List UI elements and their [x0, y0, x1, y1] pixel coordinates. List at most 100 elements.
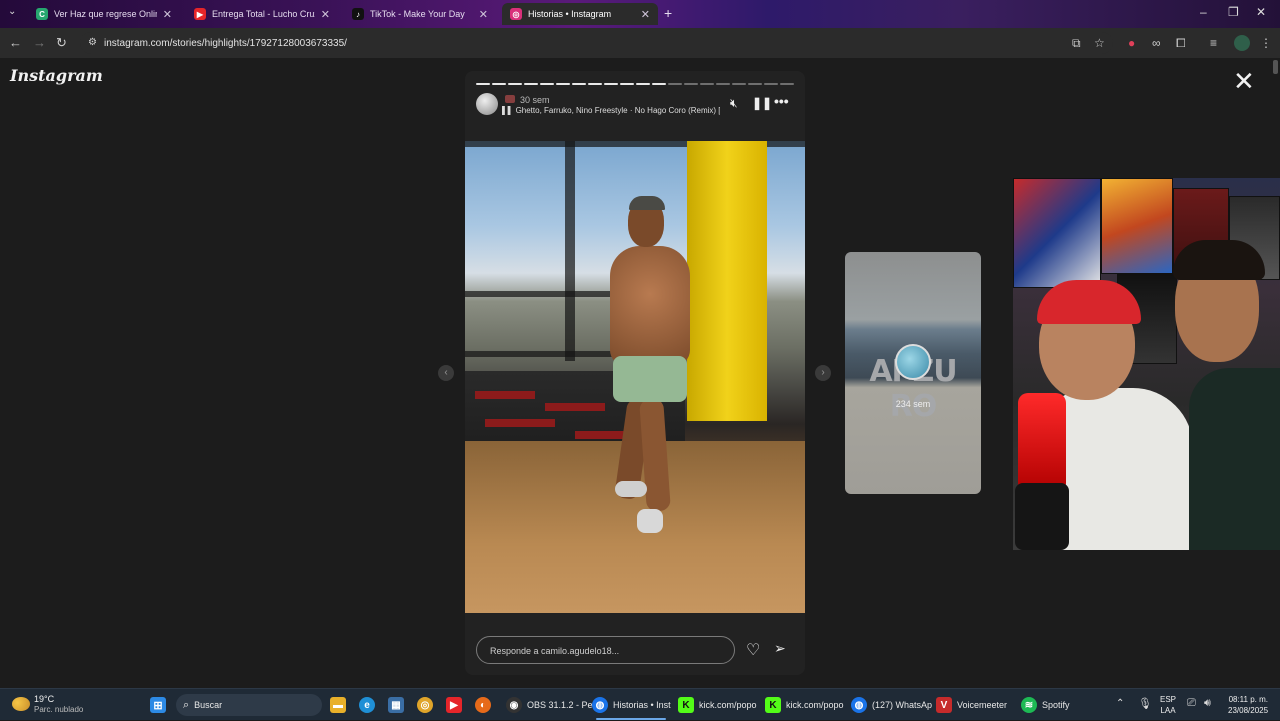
voicemeeter-icon: V [936, 697, 952, 713]
system-clock[interactable]: 08:11 p. m. 23/08/2025 [1228, 694, 1268, 716]
mute-icon[interactable]: 🔇︎ [730, 96, 738, 111]
tab-close-icon[interactable]: ✕ [163, 8, 172, 21]
tab-close-icon[interactable]: ✕ [321, 8, 330, 21]
tab-title: Ver Haz que regrese Online G [54, 9, 157, 19]
tray-chevron-up-icon[interactable]: ⌃ [1116, 698, 1124, 709]
tab-close-icon[interactable]: ✕ [641, 8, 650, 21]
weather-description: Parc. nublado [34, 705, 84, 714]
story-progress-segment [556, 83, 570, 85]
tab-search-chevron-icon[interactable]: ⌄ [8, 6, 16, 17]
firefox-icon: ◐ [475, 697, 491, 713]
story-progress-segment [700, 83, 714, 85]
windows-logo-icon: ⊞ [150, 697, 166, 713]
music-title: Ghetto, Farruko, Nino Freestyle · No Hag… [515, 106, 720, 115]
tab-entrega-total[interactable]: ▶ Entrega Total - Lucho Cruz, vid ✕ [186, 3, 338, 25]
tab-tiktok[interactable]: ♪ TikTok - Make Your Day ✕ [344, 3, 496, 25]
story-progress-segment [588, 83, 602, 85]
story-progress-segment [652, 83, 666, 85]
weather-temperature: 19°C [34, 694, 55, 704]
taskbar-app-voicemeeter[interactable]: V Voicemeeter [936, 689, 1007, 721]
language-indicator[interactable]: ESP LAA [1160, 694, 1176, 716]
extension-link-icon[interactable]: ∞ [1152, 36, 1161, 50]
site-info-icon[interactable]: ⚙ [88, 37, 97, 48]
music-label[interactable]: ▌▌ Ghetto, Farruko, Nino Freestyle · No … [502, 106, 720, 115]
story-progress-segment [620, 83, 634, 85]
tab-close-icon[interactable]: ✕ [479, 8, 488, 21]
story-progress-bar [476, 83, 794, 85]
story-progress-segment [716, 83, 730, 85]
taskbar-app-kick-1[interactable]: K kick.com/popo [678, 689, 757, 721]
profile-avatar[interactable] [1234, 35, 1250, 51]
story-photo[interactable] [465, 141, 805, 613]
back-icon[interactable]: ← [9, 35, 22, 50]
microphone-icon[interactable]: 🎙︎ [1138, 697, 1152, 710]
like-heart-icon[interactable]: ♡ [746, 640, 760, 660]
browser-tab-strip: ⌄ C Ver Haz que regrese Online G ✕ ▶ Ent… [0, 0, 1280, 28]
forward-icon[interactable]: → [33, 35, 46, 50]
taskbar-app-label: Voicemeeter [957, 700, 1008, 710]
windows-taskbar: 19°C Parc. nublado ⊞ ⌕ Buscar ▬ e ▦ ◎ ▶ … [0, 688, 1280, 720]
extension-record-icon[interactable]: ● [1128, 36, 1135, 50]
minimize-icon[interactable]: – [1200, 5, 1207, 19]
new-tab-button[interactable]: + [664, 5, 672, 21]
story-progress-segment [492, 83, 506, 85]
pause-icon[interactable]: ❚❚ [752, 96, 772, 110]
next-story-avatar [895, 344, 931, 380]
folder-icon: ▬ [330, 697, 346, 713]
start-button[interactable]: ⊞ [150, 689, 166, 721]
story-progress-segment [572, 83, 586, 85]
search-icon: ⌕ [183, 698, 190, 711]
browser-menu-icon[interactable]: ⋮ [1260, 36, 1272, 50]
youtube-icon: ▶ [446, 697, 462, 713]
keyboard-layout: LAA [1160, 706, 1176, 715]
more-options-icon[interactable]: ••• [774, 93, 789, 109]
user-badge [505, 95, 515, 103]
tab-ver-haz[interactable]: C Ver Haz que regrese Online G ✕ [28, 3, 180, 25]
maximize-icon[interactable]: ❐ [1228, 5, 1239, 19]
tab-title: TikTok - Make Your Day [370, 9, 465, 19]
taskbar-firefox[interactable]: ◐ [475, 689, 491, 721]
taskbar-store[interactable]: ▦ [388, 689, 404, 721]
next-story-arrow-icon[interactable]: › [815, 365, 831, 381]
tab-instagram[interactable]: ◎ Historias • Instagram ✕ [502, 3, 658, 25]
taskbar-app-label: (127) WhatsAp [872, 700, 933, 710]
clock-time: 08:11 p. m. [1228, 695, 1268, 704]
story-progress-segment [508, 83, 522, 85]
story-progress-segment [748, 83, 762, 85]
story-progress-segment [684, 83, 698, 85]
story-card[interactable]: 30 sem ▌▌ Ghetto, Farruko, Nino Freestyl… [465, 71, 805, 675]
taskbar-chrome[interactable]: ◎ [417, 689, 433, 721]
send-icon[interactable]: ➢ [774, 640, 786, 657]
install-app-icon[interactable]: ⧉ [1072, 36, 1081, 51]
taskbar-app-whatsapp[interactable]: ◍ (127) WhatsAp [851, 689, 932, 721]
story-viewer: Instagram ✕ ‹ › 30 sem ▌▌ Ghetto, Farruk… [0, 58, 1280, 688]
close-story-button[interactable]: ✕ [1233, 68, 1255, 94]
music-bars-icon: ▌▌ [502, 106, 516, 115]
volume-icon[interactable]: 🔊︎ [1204, 697, 1211, 710]
taskbar-edge[interactable]: e [359, 689, 375, 721]
story-progress-segment [476, 83, 490, 85]
taskbar-youtube[interactable]: ▶ [446, 689, 462, 721]
previous-story-arrow-icon[interactable]: ‹ [438, 365, 454, 381]
window-close-icon[interactable]: ✕ [1256, 5, 1266, 19]
taskbar-app-kick-2[interactable]: K kick.com/popo [765, 689, 844, 721]
bookmark-star-icon[interactable]: ☆ [1094, 36, 1105, 50]
extensions-puzzle-icon[interactable]: ⧠ [1176, 36, 1186, 51]
network-icon[interactable]: ⎚ [1187, 697, 1196, 710]
scrollbar-thumb[interactable] [1273, 60, 1278, 74]
taskbar-app-label: kick.com/popo [699, 700, 757, 710]
story-age: 30 sem [520, 95, 550, 105]
media-control-icon[interactable]: ≡ [1210, 36, 1217, 50]
reload-icon[interactable]: ↻ [56, 35, 67, 51]
url-text[interactable]: instagram.com/stories/highlights/1792712… [104, 38, 347, 49]
taskbar-app-spotify[interactable]: ≋ Spotify [1021, 689, 1070, 721]
taskbar-app-instagram[interactable]: ◍ Historias • Inst [592, 689, 671, 721]
avatar[interactable] [476, 93, 498, 115]
next-story-preview[interactable]: APZU RO 234 sem [845, 252, 981, 494]
tab-instagram-icon: ◎ [510, 8, 522, 20]
taskbar-file-explorer[interactable]: ▬ [330, 689, 346, 721]
taskbar-app-obs[interactable]: ◉ OBS 31.1.2 - Pe [506, 689, 593, 721]
instagram-logo[interactable]: Instagram [10, 66, 103, 85]
weather-cloud-sun-icon [12, 697, 30, 711]
taskbar-search[interactable]: ⌕ Buscar [183, 689, 222, 721]
